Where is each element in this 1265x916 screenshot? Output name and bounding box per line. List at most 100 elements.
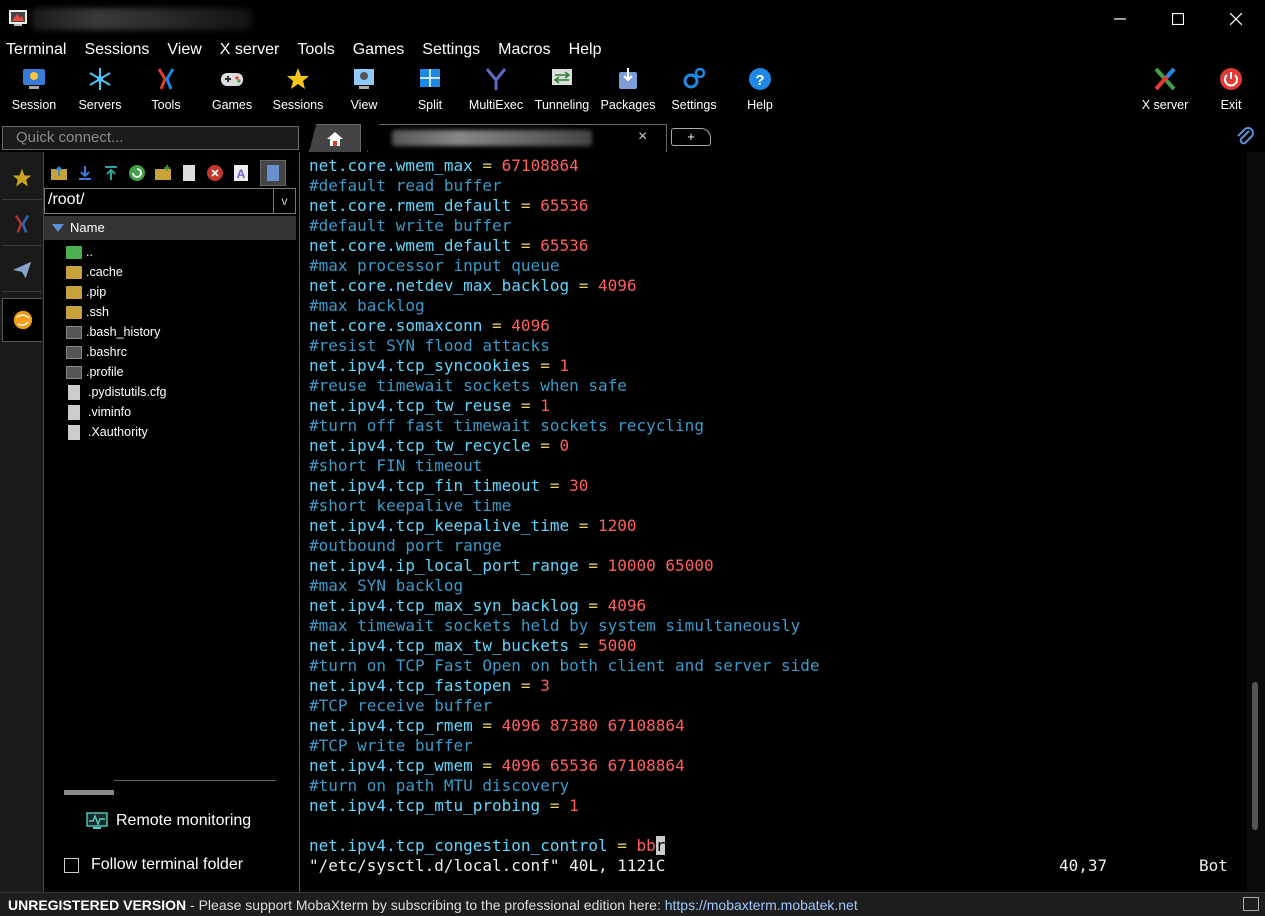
checkbox-box[interactable]: [64, 857, 79, 873]
tab-close-icon[interactable]: ×: [638, 128, 647, 146]
resize-corner-icon[interactable]: [1243, 897, 1259, 911]
sftp-panel: A /root/ v Name .. .cache .pip .ssh .bash_hi…: [44, 152, 300, 892]
sftp-globe-icon: [13, 310, 32, 330]
ssh-session-tab[interactable]: ×: [367, 124, 667, 152]
servers-button[interactable]: Servers: [67, 66, 133, 112]
tunneling-icon: [552, 69, 572, 85]
menu-macros[interactable]: Macros: [498, 38, 550, 62]
terminal-line: #turn on path MTU discovery: [309, 776, 569, 796]
config-equals: =: [511, 676, 541, 695]
config-comment: #max SYN backlog: [309, 576, 464, 595]
packages-button[interactable]: Packages: [595, 66, 661, 112]
terminal-line: net.ipv4.tcp_congestion_control = bbr: [309, 836, 666, 856]
config-equals: =: [569, 636, 598, 655]
tools-button[interactable]: Tools: [133, 66, 199, 112]
config-key: net.ipv4.tcp_rmem: [309, 716, 473, 735]
terminal-line: net.core.wmem_default = 65536: [309, 236, 588, 256]
config-equals: =: [569, 516, 598, 535]
gear-icon: [683, 67, 706, 89]
path-dropdown-button[interactable]: v: [273, 189, 295, 213]
sessions-button[interactable]: Sessions: [265, 66, 331, 112]
config-value: 10000 65000: [607, 556, 714, 575]
rename-icon[interactable]: A: [232, 164, 250, 182]
remote-monitoring-button[interactable]: Remote monitoring: [86, 812, 251, 830]
tools-icon: [14, 214, 30, 233]
menu-terminal[interactable]: Terminal: [6, 38, 66, 62]
settings-button[interactable]: Settings: [661, 66, 727, 112]
file-list-item[interactable]: .bash_history: [66, 322, 296, 342]
xserver-button[interactable]: X server: [1132, 66, 1198, 112]
session-button[interactable]: Session: [1, 66, 67, 112]
terminal-line: #default write buffer: [309, 216, 511, 236]
remote-path-value: /root/: [48, 191, 85, 208]
session-tab-bar: × +: [305, 122, 1265, 154]
sftp-resize-grip[interactable]: [64, 790, 114, 795]
sidebar-tab-tools[interactable]: [2, 202, 42, 246]
config-equals: =: [511, 196, 541, 215]
menu-sessions[interactable]: Sessions: [84, 38, 149, 62]
file-list-header-name[interactable]: Name: [44, 216, 296, 240]
menu-tools[interactable]: Tools: [297, 38, 334, 62]
file-list-item[interactable]: .viminfo: [66, 402, 296, 422]
terminal-file-icon: [66, 325, 82, 339]
app-logo-icon: [9, 10, 27, 26]
refresh-icon[interactable]: [128, 164, 146, 182]
sidebar-tab-sftp[interactable]: [2, 298, 42, 342]
minimize-button[interactable]: [1091, 0, 1149, 38]
new-tab-button[interactable]: +: [671, 128, 711, 146]
view-button[interactable]: View: [331, 66, 397, 112]
vim-status-file: "/etc/sysctl.d/local.conf" 40L, 1121C: [309, 856, 666, 875]
help-button[interactable]: ? Help: [727, 66, 793, 112]
config-value: bb: [636, 836, 656, 855]
new-file-icon[interactable]: [180, 164, 198, 182]
terminal-line: net.ipv4.tcp_wmem = 4096 65536 67108864: [309, 756, 685, 776]
file-list-item[interactable]: .cache: [66, 262, 296, 282]
menu-games[interactable]: Games: [353, 38, 405, 62]
file-list-item[interactable]: .Xauthority: [66, 422, 296, 442]
upload-folder-icon[interactable]: [50, 164, 68, 182]
quick-connect-input[interactable]: Quick connect...: [2, 126, 299, 150]
bookmark-toggle-icon[interactable]: [260, 160, 286, 186]
file-name: .cache: [86, 265, 123, 279]
gamepad-icon: [221, 73, 243, 86]
file-list-item[interactable]: .pip: [66, 282, 296, 302]
terminal-scrollbar[interactable]: [1247, 152, 1265, 892]
file-list-item[interactable]: .profile: [66, 362, 296, 382]
close-button[interactable]: [1207, 0, 1265, 38]
sidebar-tab-sessions[interactable]: [2, 156, 42, 200]
config-value: 4096: [607, 596, 647, 615]
vim-scroll-position: Bot: [1199, 856, 1228, 875]
games-button[interactable]: Games: [199, 66, 265, 112]
file-list-item[interactable]: .pydistutils.cfg: [66, 382, 296, 402]
servers-icon: [89, 68, 111, 90]
maximize-button[interactable]: [1149, 0, 1207, 38]
follow-terminal-folder-checkbox[interactable]: Follow terminal folder: [64, 856, 243, 874]
terminal-scrollbar-thumb[interactable]: [1252, 682, 1258, 830]
download-icon[interactable]: [76, 164, 94, 182]
tunneling-button[interactable]: Tunneling: [529, 66, 595, 112]
remote-path-input[interactable]: /root/ v: [44, 188, 296, 214]
delete-icon[interactable]: [206, 164, 224, 182]
file-list-item[interactable]: .bashrc: [66, 342, 296, 362]
config-key: net.ipv4.tcp_congestion_control: [309, 836, 608, 855]
menu-view[interactable]: View: [167, 38, 201, 62]
exit-button[interactable]: Exit: [1198, 66, 1264, 112]
terminal-output[interactable]: "/etc/sysctl.d/local.conf" 40L, 1121C 40…: [303, 152, 1247, 892]
file-list-item[interactable]: ..: [66, 242, 296, 262]
mobatek-link[interactable]: https://mobaxterm.mobatek.net: [665, 897, 858, 913]
menu-help[interactable]: Help: [569, 38, 602, 62]
file-list-item[interactable]: .ssh: [66, 302, 296, 322]
split-button[interactable]: Split: [397, 66, 463, 112]
upload-icon[interactable]: [102, 164, 120, 182]
terminal-cursor: r: [655, 836, 666, 855]
menu-settings[interactable]: Settings: [422, 38, 480, 62]
home-tab[interactable]: [309, 124, 361, 152]
sidebar-tab-macros[interactable]: [2, 248, 42, 292]
config-key: net.ipv4.tcp_max_tw_buckets: [309, 636, 570, 655]
multiexec-button[interactable]: MultiExec: [463, 66, 529, 112]
paperclip-icon[interactable]: [1235, 126, 1255, 148]
config-key: net.ipv4.ip_local_port_range: [309, 556, 579, 575]
menu-xserver[interactable]: X server: [220, 38, 280, 62]
config-comment: #short FIN timeout: [309, 456, 483, 475]
new-folder-icon[interactable]: [154, 164, 172, 182]
